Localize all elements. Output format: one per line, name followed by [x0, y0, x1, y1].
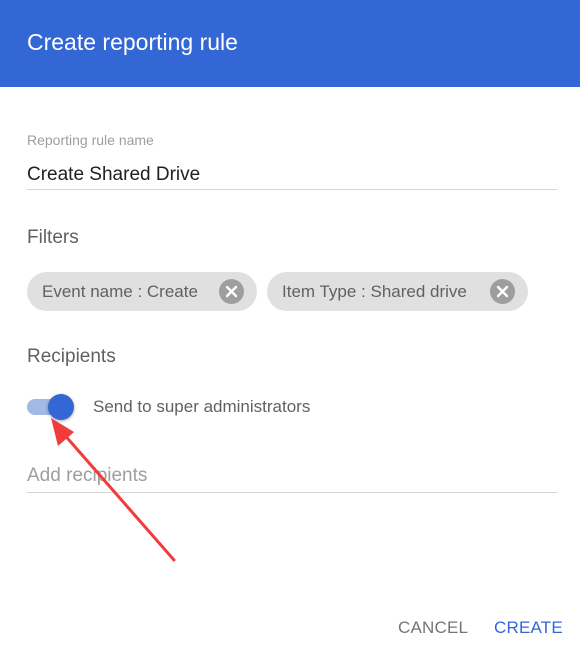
add-recipients-input[interactable] — [27, 462, 557, 490]
create-button[interactable]: CREATE — [494, 617, 563, 639]
filters-title: Filters — [27, 227, 79, 248]
cancel-button[interactable]: CANCEL — [398, 617, 468, 639]
dialog-header: Create reporting rule — [0, 0, 580, 87]
filter-chip-label: Item Type : Shared drive — [282, 282, 467, 301]
filter-chip-event-name[interactable]: Event name : Create — [27, 272, 257, 311]
recipients-title: Recipients — [27, 346, 116, 367]
filter-chip-item-type[interactable]: Item Type : Shared drive — [267, 272, 528, 311]
add-recipients-underline — [27, 492, 557, 493]
create-reporting-rule-dialog: Create reporting rule Reporting rule nam… — [0, 0, 580, 657]
send-to-super-admins-toggle[interactable] — [27, 394, 75, 420]
toggle-thumb — [48, 394, 74, 420]
remove-filter-icon[interactable] — [490, 279, 515, 304]
remove-filter-icon[interactable] — [219, 279, 244, 304]
rule-name-label: Reporting rule name — [27, 132, 154, 148]
filter-chip-label: Event name : Create — [42, 282, 198, 301]
rule-name-underline — [27, 189, 557, 190]
send-to-super-admins-label: Send to super administrators — [93, 397, 311, 416]
dialog-title: Create reporting rule — [27, 29, 238, 55]
rule-name-input[interactable]: Create Shared Drive — [27, 164, 557, 186]
annotation-arrow-icon — [51, 418, 176, 562]
